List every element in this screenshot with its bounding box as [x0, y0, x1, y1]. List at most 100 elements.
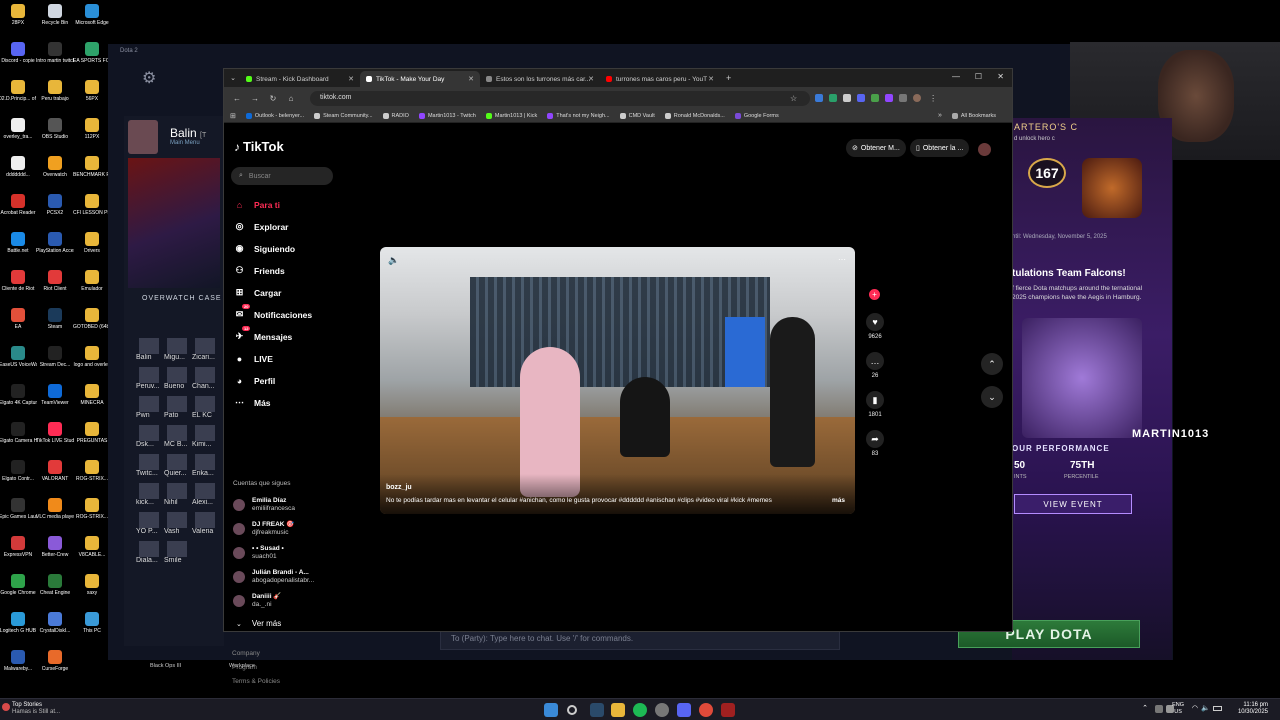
desktop-icon[interactable]: Intro martin twitch: [36, 42, 74, 64]
close-window-button[interactable]: ✕: [997, 72, 1004, 81]
discord-icon[interactable]: [677, 703, 691, 717]
video-action[interactable]: … 26: [864, 352, 886, 379]
close-tab-icon[interactable]: ✕: [348, 75, 354, 83]
friend-tile[interactable]: Bueno: [164, 367, 190, 393]
profile-icon[interactable]: [913, 94, 922, 102]
friend-tile[interactable]: Smile: [164, 541, 190, 567]
tiktok-logo[interactable]: ♪ TikTok: [234, 139, 284, 154]
nav-item[interactable]: ⚇ Friends: [233, 264, 284, 277]
desktop-icon[interactable]: 112PX: [74, 118, 110, 140]
desktop-icon[interactable]: CrystalDiskI...: [37, 612, 73, 634]
steam-icon[interactable]: [590, 703, 604, 717]
friend-tile[interactable]: Twitc...: [136, 454, 162, 480]
tab-list-button[interactable]: ⌄: [226, 74, 240, 82]
friend-tile[interactable]: Pwn: [136, 396, 162, 422]
nav-item[interactable]: ✉ 20 Notificaciones: [233, 304, 312, 321]
browser-menu-icon[interactable]: ⋮: [929, 94, 937, 103]
followed-account[interactable]: DJ FREAK 🎯 djfreakmusic: [233, 521, 294, 537]
desktop-icon[interactable]: This PC: [74, 612, 110, 634]
desktop-icon[interactable]: 28PX: [0, 4, 36, 26]
video-username[interactable]: bozz_ju: [386, 484, 412, 491]
desktop-icon[interactable]: Battle.net: [0, 232, 36, 254]
dota-settings-icon[interactable]: ⚙: [142, 68, 156, 88]
video-player[interactable]: 🔈 ⋯ bozz_ju No te podías tardar mas en l…: [380, 247, 855, 514]
extension-icon[interactable]: [829, 94, 838, 102]
bookmark-item[interactable]: That's not my Neigh...: [547, 112, 610, 119]
desktop-icon[interactable]: BENCHMARK RESULTS: [73, 156, 111, 178]
desktop-icon[interactable]: PCSX2: [37, 194, 73, 216]
see-more-button[interactable]: ⌄ Ver más: [236, 619, 281, 628]
desktop-icon[interactable]: CurseForge: [37, 650, 73, 672]
extension-icon[interactable]: [899, 94, 908, 102]
home-icon[interactable]: ⌂: [284, 94, 298, 103]
desktop-icon[interactable]: PlayStation Accessories: [36, 232, 74, 254]
desktop-icon[interactable]: Microsoft Edge: [74, 4, 110, 26]
desktop-icon[interactable]: Logitech G HUB: [0, 612, 36, 634]
overwatch-case-label[interactable]: OVERWATCH CASE: [142, 295, 222, 302]
friend-tile[interactable]: Dsk...: [136, 425, 162, 451]
forward-icon[interactable]: →: [248, 94, 262, 103]
footer-terms[interactable]: Terms & Policies: [232, 678, 280, 685]
friend-tile[interactable]: Migu...: [164, 338, 190, 364]
tray-icon[interactable]: [1155, 705, 1163, 713]
bookmark-item[interactable]: Ronald McDonalds...: [664, 112, 725, 119]
desktop-icon[interactable]: Elgato 4K Capture...: [0, 384, 37, 406]
friend-tile[interactable]: Pato: [164, 396, 190, 422]
friend-tile[interactable]: Erika...: [192, 454, 218, 480]
start-icon[interactable]: [544, 703, 558, 717]
browser-tab[interactable]: TikTok - Make Your Day ✕: [360, 71, 480, 87]
footer-program[interactable]: Program: [232, 664, 257, 671]
desktop-icon[interactable]: Recycle Bin: [37, 4, 73, 26]
search-icon[interactable]: [567, 705, 577, 715]
next-video-button[interactable]: ⌄: [981, 386, 1003, 408]
desktop-icon[interactable]: MINECRA: [74, 384, 110, 406]
desktop-icon[interactable]: CFI LESSON PLANS: [73, 194, 111, 216]
nav-item[interactable]: ⊞ Cargar: [233, 286, 282, 299]
file-explorer-icon[interactable]: [611, 703, 625, 717]
desktop-icon[interactable]: Better-Crew: [37, 536, 73, 558]
extension-icon[interactable]: [815, 94, 824, 102]
view-event-button[interactable]: VIEW EVENT: [1014, 494, 1132, 514]
nav-item[interactable]: ◕ Perfil: [233, 374, 275, 387]
dota-icon[interactable]: [721, 703, 735, 717]
bookmark-star-icon[interactable]: ☆: [790, 94, 797, 103]
desktop-icon[interactable]: Elgato Camera Hub: [0, 422, 37, 444]
comment-icon[interactable]: …: [866, 352, 884, 370]
bookmark-icon[interactable]: ▮: [866, 391, 884, 409]
friend-tile[interactable]: Valeria: [192, 512, 218, 538]
desktop-icon[interactable]: 56PX: [74, 80, 110, 102]
friend-tile[interactable]: kick...: [136, 483, 162, 509]
friend-tile[interactable]: Quier...: [164, 454, 190, 480]
heart-icon[interactable]: ♥: [866, 313, 884, 331]
desktop-icon[interactable]: Steam: [37, 308, 73, 330]
friend-tile[interactable]: Alexi...: [192, 483, 218, 509]
extension-icon[interactable]: [871, 94, 880, 102]
friend-tile[interactable]: Vash: [164, 512, 190, 538]
friend-tile[interactable]: YO P...: [136, 512, 162, 538]
back-icon[interactable]: ←: [230, 94, 244, 103]
tray-chevron-icon[interactable]: ⌃: [1142, 704, 1148, 712]
desktop-icon[interactable]: Discord - copie: [0, 42, 36, 64]
followed-account[interactable]: Emilia Díaz emiliifrancesca: [233, 497, 295, 513]
friend-tile[interactable]: Kimi...: [192, 425, 218, 451]
desktop-icon[interactable]: logo and overley: [74, 346, 110, 368]
chrome-icon[interactable]: [699, 703, 713, 717]
friend-tile[interactable]: Balin: [136, 338, 162, 364]
desktop-icon[interactable]: ExpressVPN: [0, 536, 36, 558]
chatgpt-icon[interactable]: [655, 703, 669, 717]
new-tab-button[interactable]: +: [726, 73, 731, 83]
desktop-icon[interactable]: Epic Games Launcher: [0, 498, 37, 520]
bookmark-item[interactable]: Google Forms: [734, 112, 779, 119]
desktop-icon[interactable]: Acrobat Reader: [0, 194, 36, 216]
search-input[interactable]: ⌕ Buscar: [231, 167, 333, 185]
maximize-button[interactable]: ☐: [975, 72, 982, 81]
apps-icon[interactable]: ⊞: [230, 112, 236, 120]
nav-item[interactable]: ◎ Explorar: [233, 220, 289, 233]
desktop-icon[interactable]: Emulador: [74, 270, 110, 292]
desktop-icon[interactable]: ROG-STRIX...: [74, 460, 110, 482]
share-icon[interactable]: ➦: [866, 430, 884, 448]
browser-tab[interactable]: Estos son los turrones más car... ✕: [480, 71, 600, 87]
friend-tile[interactable]: Zicari...: [192, 338, 218, 364]
wifi-icon[interactable]: ◠: [1192, 704, 1198, 712]
close-tab-icon[interactable]: ✕: [468, 75, 474, 83]
